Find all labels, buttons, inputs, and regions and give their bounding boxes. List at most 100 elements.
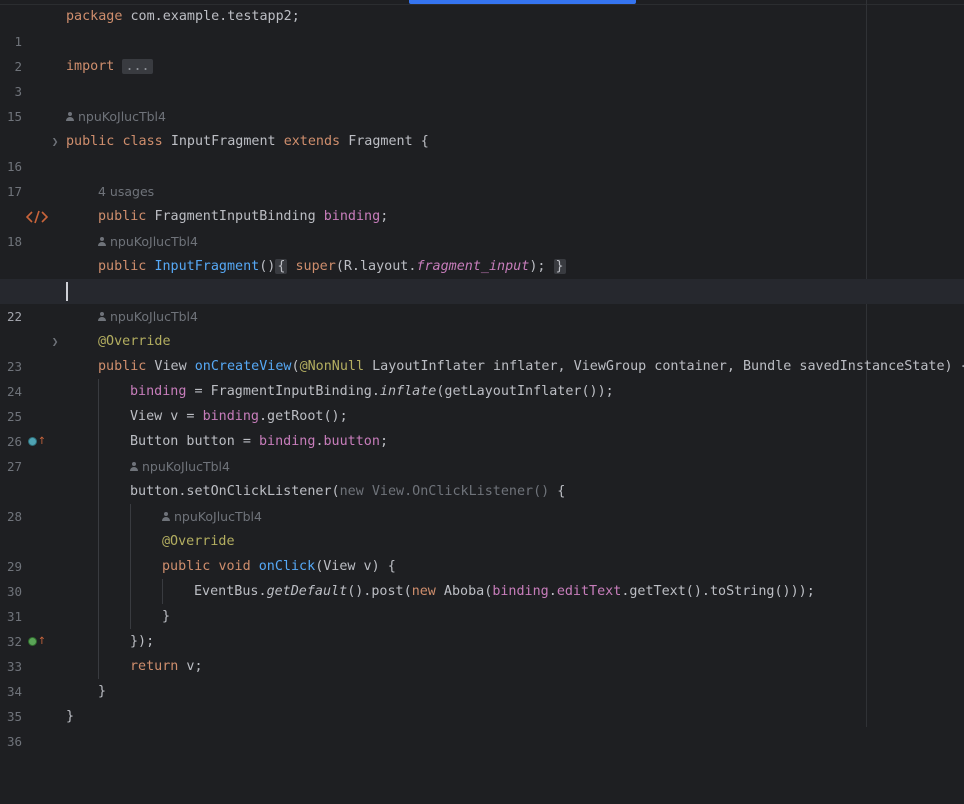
code-token: .getRoot(); xyxy=(259,409,348,424)
code-text: public void onClick(View v) { xyxy=(66,554,396,579)
code-line[interactable]: 18 public FragmentInputBinding binding; xyxy=(0,204,964,249)
code-text: View v = binding.getRoot(); xyxy=(66,404,348,429)
code-line[interactable]: 3 ❯ import ... xyxy=(0,54,964,148)
code-line[interactable]: 24 ↑ public View onCreateView(@NonNull L… xyxy=(0,354,964,446)
code-text: return v; xyxy=(66,654,203,679)
static-method: getDefault xyxy=(266,584,348,599)
person-icon xyxy=(130,461,138,471)
code-line[interactable]: 29 @Override xyxy=(0,529,964,574)
code-text: } xyxy=(66,604,170,629)
code-text: @Override xyxy=(66,529,235,554)
author-hint-row: npuKoJlucTbl4 xyxy=(0,454,964,479)
usages-hint-row: 4 usages xyxy=(0,179,964,204)
author-hint-row: npuKoJlucTbl4 xyxy=(0,504,964,529)
code-line[interactable]: 26 View v = binding.getRoot(); xyxy=(0,404,964,449)
constant-name: fragment_input xyxy=(416,259,530,274)
code-token: EventBus. xyxy=(194,584,267,599)
code-text: } xyxy=(66,679,106,704)
keyword: public xyxy=(98,259,147,274)
field-name: binding xyxy=(323,209,381,224)
author-name[interactable]: npuKoJlucTbl4 xyxy=(142,459,230,474)
author-hint-row: npuKoJlucTbl4 xyxy=(0,229,964,254)
code-text: button.setOnClickListener(new View.OnCli… xyxy=(66,479,565,504)
class-name: InputFragment xyxy=(170,134,276,149)
brace: } xyxy=(98,684,107,699)
code-line[interactable]: 16 public class InputFragment extends Fr… xyxy=(0,129,964,223)
code-editor[interactable]: 1 package com.example.testapp2; 2 3 ❯ im… xyxy=(0,4,964,749)
keyword: new xyxy=(411,584,436,599)
constructor-name: InputFragment xyxy=(154,259,260,274)
code-token: ( xyxy=(291,359,300,374)
inlay-hint[interactable]: npuKoJlucTbl4 xyxy=(66,104,166,130)
code-line[interactable]: 35 } xyxy=(0,679,964,724)
code-token: LayoutInflater inflater, ViewGroup conta… xyxy=(364,359,964,374)
keyword: import xyxy=(66,59,115,74)
usages-hint[interactable]: 4 usages xyxy=(98,184,154,199)
code-text: @Override xyxy=(66,329,171,354)
code-text: binding = FragmentInputBinding.inflate(g… xyxy=(66,379,614,404)
code-token: (View v) { xyxy=(315,559,396,574)
code-line-current[interactable]: 22 xyxy=(0,279,964,324)
brace: { xyxy=(420,134,429,149)
code-line[interactable]: 31 EventBus.getDefault().post(new Aboba(… xyxy=(0,579,964,624)
author-name[interactable]: npuKoJlucTbl4 xyxy=(174,509,262,524)
code-line[interactable]: 27 Button button = binding.buutton; xyxy=(0,429,964,474)
code-text: public FragmentInputBinding binding; xyxy=(66,204,388,229)
code-text: public View onCreateView(@NonNull Layout… xyxy=(66,354,964,379)
parent-class: Fragment xyxy=(348,134,413,149)
code-token: v; xyxy=(178,659,203,674)
code-line[interactable]: 15 xyxy=(0,79,964,124)
field-name: binding xyxy=(130,384,187,399)
code-text: } xyxy=(66,704,74,729)
code-token: (getLayoutInflater()); xyxy=(436,384,614,399)
keyword: public xyxy=(98,359,147,374)
code-line[interactable]: 32 } xyxy=(0,604,964,649)
brace: } xyxy=(162,609,171,624)
code-token: (R.layout. xyxy=(335,259,417,274)
code-text: Button button = binding.buutton; xyxy=(66,429,388,454)
code-line[interactable]: 33 }); xyxy=(0,629,964,674)
code-token: () xyxy=(259,259,276,274)
code-text: public InputFragment(){ super(R.layout.f… xyxy=(66,254,566,279)
code-token: . xyxy=(315,434,324,449)
field-name: buutton xyxy=(323,434,380,449)
field-name: binding xyxy=(492,584,549,599)
code-token: Aboba( xyxy=(435,584,493,599)
code-token: View v = xyxy=(130,409,203,424)
person-icon xyxy=(162,511,170,521)
code-line[interactable]: 17 xyxy=(0,154,964,199)
code-line[interactable]: 1 package com.example.testapp2; xyxy=(0,4,964,49)
author-hint-row: npuKoJlucTbl4 xyxy=(0,104,964,129)
keyword: public xyxy=(98,209,147,224)
code-text: }); xyxy=(66,629,154,654)
keyword: void xyxy=(218,559,251,574)
code-token: = FragmentInputBinding. xyxy=(186,384,380,399)
author-name[interactable]: npuKoJlucTbl4 xyxy=(110,234,198,249)
author-hint-row: npuKoJlucTbl4 xyxy=(0,304,964,329)
code-line[interactable]: 2 xyxy=(0,29,964,74)
code-text: 4 usages xyxy=(66,179,154,205)
author-name[interactable]: npuKoJlucTbl4 xyxy=(110,309,198,324)
field-name: editText xyxy=(556,584,622,599)
code-line[interactable]: 23 @Override xyxy=(0,329,964,374)
code-line[interactable]: 25 binding = FragmentInputBinding.inflat… xyxy=(0,379,964,424)
keyword: public xyxy=(162,559,211,574)
method-name: onClick xyxy=(258,559,316,574)
code-token: ); xyxy=(529,259,546,274)
code-line[interactable]: 30 ↑ public void onClick(View v) { xyxy=(0,554,964,646)
keyword: return xyxy=(130,659,179,674)
person-icon xyxy=(66,111,74,121)
code-line[interactable]: 36 } xyxy=(0,704,964,749)
code-line[interactable]: 34 return v; xyxy=(0,654,964,699)
brace: } xyxy=(66,709,75,724)
folded-imports[interactable]: ... xyxy=(122,59,153,74)
code-token: Button button = xyxy=(130,434,259,449)
code-line[interactable]: 19 ❯ public InputFragment(){ super(R.lay… xyxy=(0,254,964,348)
anonymous-class[interactable]: new View.OnClickListener() xyxy=(340,484,558,499)
text-caret xyxy=(66,282,68,301)
code-token: . xyxy=(548,584,557,599)
code-token: }); xyxy=(130,634,155,649)
code-line[interactable]: 28 button.setOnClickListener(new View.On… xyxy=(0,479,964,524)
field-name: binding xyxy=(259,434,316,449)
type-name: View xyxy=(146,359,195,374)
